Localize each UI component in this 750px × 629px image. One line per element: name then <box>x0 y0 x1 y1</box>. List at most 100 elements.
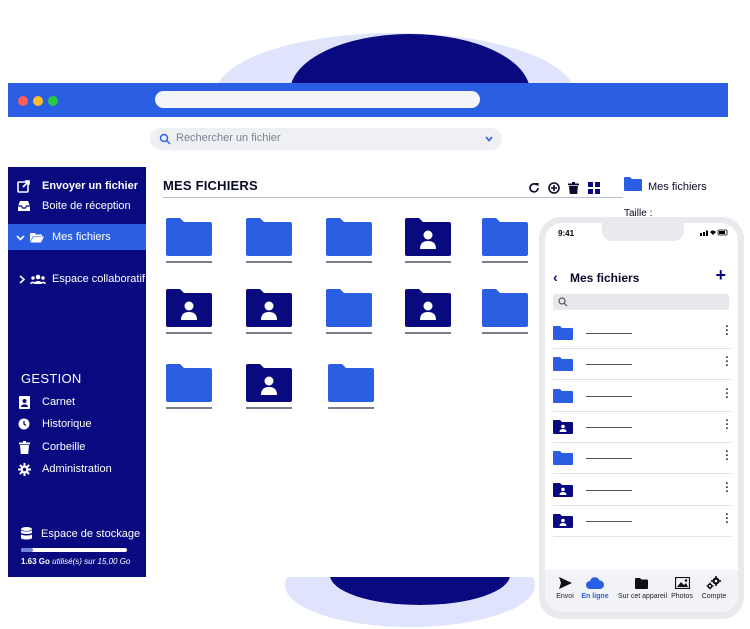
sidebar-item-carnet[interactable]: Carnet <box>8 391 146 413</box>
phone-search-input[interactable] <box>553 294 729 310</box>
tab-compte[interactable]: Compte <box>694 576 734 600</box>
folder-icon <box>326 218 372 256</box>
more-options-icon[interactable]: · · · <box>725 447 729 466</box>
folder-open-icon <box>30 232 44 243</box>
folder-icon <box>166 218 212 256</box>
sidebar-item-label: Carnet <box>42 396 76 408</box>
sidebar-item-label: Boite de réception <box>42 200 131 212</box>
window-minimize-dot[interactable] <box>33 96 43 106</box>
storage-used: 1.63 Go <box>21 557 50 566</box>
sidebar-item-collaborative-space[interactable]: Espace collaboratif <box>8 268 146 290</box>
folder-name-placeholder <box>166 332 212 334</box>
shared-folder-icon <box>405 289 451 327</box>
list-item[interactable]: · · · <box>553 474 731 506</box>
folder-icon <box>624 177 642 191</box>
more-options-icon[interactable]: · · · <box>725 353 729 372</box>
storage-used-suffix: utilisé(s) sur 15,00 Go <box>49 557 131 566</box>
folder-icon <box>246 218 292 256</box>
folder-name-placeholder <box>405 261 451 263</box>
sidebar-item-historique[interactable]: Historique <box>8 413 146 435</box>
sidebar-item-upload[interactable]: Envoyer un fichier <box>8 175 146 197</box>
folder-name-placeholder <box>482 332 528 334</box>
browser-titlebar <box>8 83 728 117</box>
folder-item[interactable] <box>324 289 374 335</box>
folder-icon <box>326 289 372 327</box>
grid-view-icon[interactable] <box>587 181 600 194</box>
chevron-down-icon[interactable] <box>484 134 494 144</box>
shared-folder-item[interactable] <box>244 364 294 410</box>
tab-sur-cet-appareil[interactable]: Sur cet appareil <box>618 576 668 600</box>
folder-name-placeholder <box>246 261 292 263</box>
phone-screen: 9:41 ‹ Mes fichiers + · · · · · · · · · · · · · · · · · ·… <box>545 223 738 612</box>
list-item[interactable]: · · · <box>553 348 731 381</box>
add-circle-icon[interactable] <box>547 181 560 194</box>
more-options-icon[interactable]: · · · <box>725 322 729 341</box>
folder-item[interactable] <box>326 364 376 410</box>
shared-folder-item[interactable] <box>164 289 214 335</box>
folder-icon <box>553 357 573 372</box>
account-gear-icon <box>706 576 721 590</box>
sidebar-item-inbox[interactable]: Boite de réception <box>8 195 146 217</box>
list-item[interactable]: · · · <box>553 411 731 443</box>
signal-icon <box>700 229 728 236</box>
folder-item[interactable] <box>480 289 530 335</box>
list-item[interactable]: · · · <box>553 317 731 349</box>
add-icon[interactable]: + <box>715 265 726 286</box>
folder-item[interactable] <box>324 218 374 264</box>
list-item[interactable]: · · · <box>553 380 731 412</box>
storage-panel: Espace de stockage 1.63 Go utilisé(s) su… <box>21 527 141 566</box>
more-options-icon[interactable]: · · · <box>725 478 729 497</box>
tab-label: Sur cet appareil <box>618 593 668 600</box>
folder-item[interactable] <box>164 218 214 264</box>
more-options-icon[interactable]: · · · <box>725 384 729 403</box>
sidebar: Envoyer un fichier Boite de réception Me… <box>8 167 146 577</box>
storage-title: Espace de stockage <box>41 527 141 540</box>
shared-folder-icon <box>553 482 573 497</box>
file-name-placeholder <box>586 489 632 491</box>
more-options-icon[interactable]: · · · <box>725 509 729 528</box>
phone-page-title: Mes fichiers <box>570 271 640 285</box>
window-close-dot[interactable] <box>18 96 28 106</box>
shared-folder-item[interactable] <box>403 289 453 335</box>
folder-item[interactable] <box>244 218 294 264</box>
shared-folder-icon <box>166 289 212 327</box>
file-name-placeholder <box>586 364 632 366</box>
sidebar-item-my-files[interactable]: Mes fichiers <box>8 224 146 250</box>
list-item[interactable]: · · · <box>553 442 731 475</box>
folder-icon <box>482 289 528 327</box>
status-time: 9:41 <box>558 229 575 238</box>
shared-folder-item[interactable] <box>244 289 294 335</box>
folder-icon <box>166 364 212 402</box>
sidebar-item-corbeille[interactable]: Corbeille <box>8 436 146 458</box>
tab-label: Compte <box>701 593 727 600</box>
photos-icon <box>674 577 690 589</box>
phone-mockup: 9:41 ‹ Mes fichiers + · · · · · · · · · · · · · · · · · ·… <box>539 217 744 619</box>
shared-folder-icon <box>553 513 573 528</box>
folder-name-placeholder <box>326 261 372 263</box>
clock-icon <box>17 417 31 431</box>
file-name-placeholder <box>586 333 632 334</box>
trash-icon[interactable] <box>567 181 580 194</box>
chevron-down-icon <box>16 233 25 242</box>
details-folder-name: Mes fichiers <box>648 181 707 193</box>
sidebar-item-administration[interactable]: Administration <box>8 458 146 480</box>
folder-item[interactable] <box>164 364 214 410</box>
storage-usage-text: 1.63 Go utilisé(s) sur 15,00 Go <box>21 557 130 566</box>
shared-folder-icon <box>553 419 573 434</box>
list-item[interactable]: · · · <box>553 505 731 537</box>
phone-tab-bar: Envoi En ligne Sur cet appareil Photos C… <box>545 570 738 612</box>
shared-folder-icon <box>405 218 451 256</box>
shared-folder-item[interactable] <box>403 218 453 264</box>
cloud-icon <box>586 577 604 589</box>
more-options-icon[interactable]: · · · <box>725 415 729 434</box>
refresh-icon[interactable] <box>527 181 540 194</box>
search-input[interactable]: Rechercher un fichier <box>150 128 502 150</box>
shared-folder-icon <box>246 364 292 402</box>
address-bar[interactable] <box>155 91 480 108</box>
folder-item[interactable] <box>480 218 530 264</box>
folder-icon <box>553 326 573 340</box>
window-maximize-dot[interactable] <box>48 96 58 106</box>
back-chevron-icon[interactable]: ‹ <box>553 269 558 285</box>
tab-en-ligne[interactable]: En ligne <box>575 576 615 600</box>
storage-header: Espace de stockage <box>21 527 141 540</box>
